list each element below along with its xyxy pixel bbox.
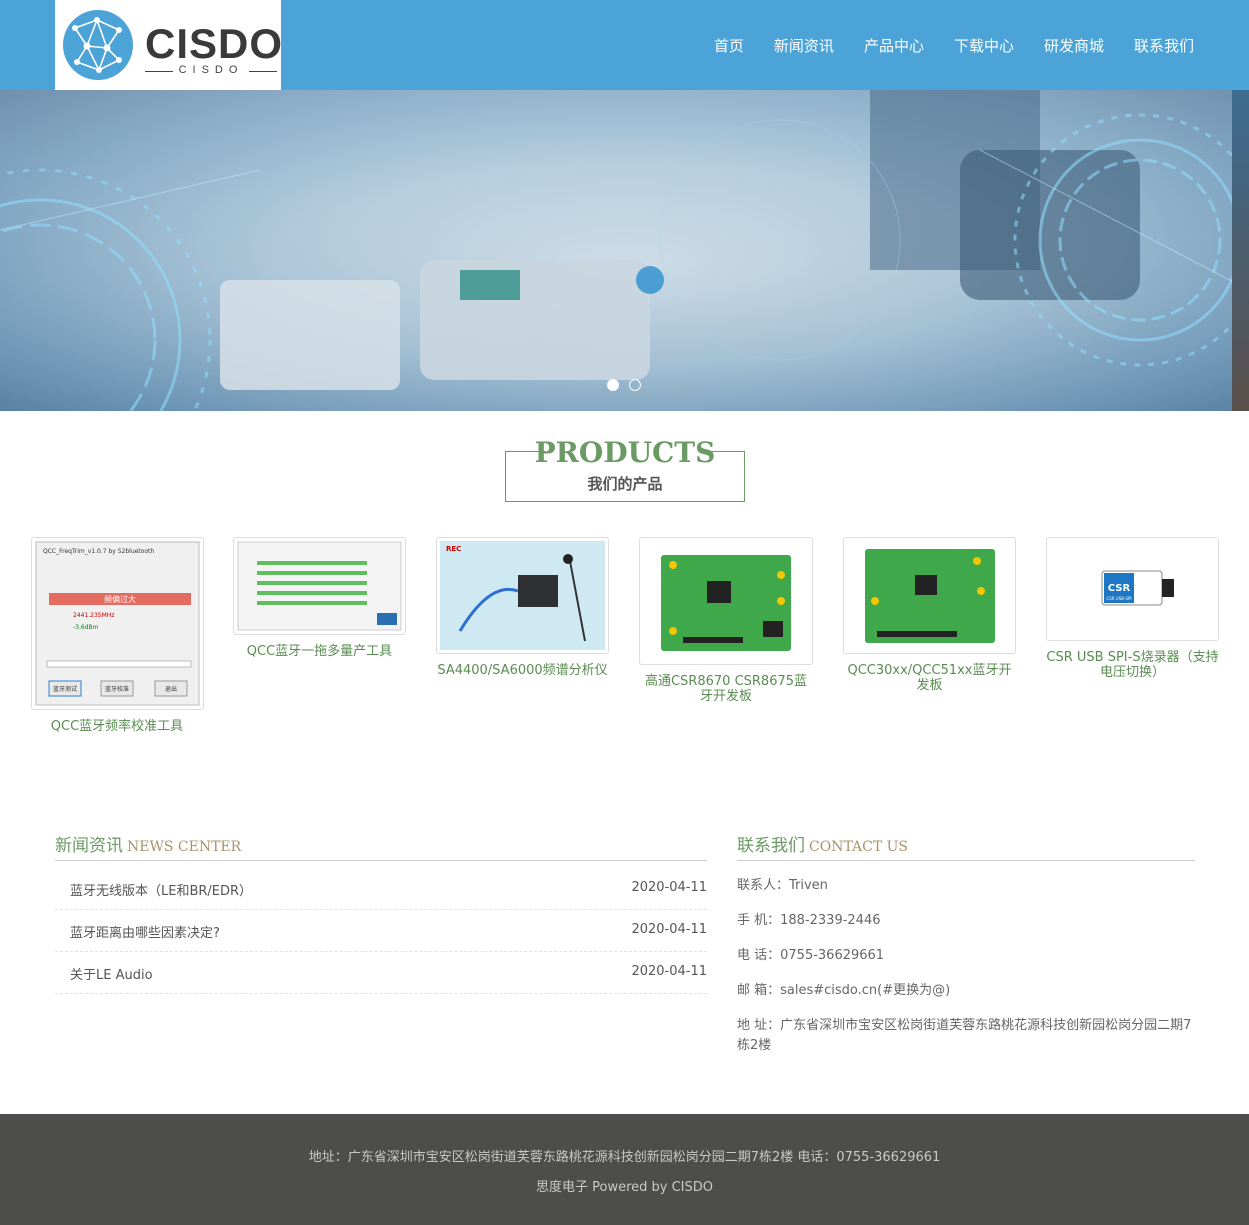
- contact-email: 邮 箱：sales#cisdo.cn(#更换为@): [737, 983, 951, 998]
- contact-person: 联系人：Triven: [737, 878, 828, 893]
- site-logo[interactable]: CISDO CISDO: [55, 0, 284, 90]
- alert-text: 频偏过大: [104, 594, 136, 604]
- footer-powered-by: 思度电子 Powered by CISDO: [535, 1180, 714, 1195]
- banner-image: [0, 90, 1249, 411]
- button-label: 蓝牙校准: [104, 685, 128, 693]
- button-label: 退出: [164, 685, 176, 693]
- product-card[interactable]: 高通CSR8670 CSR8675蓝牙开发板: [639, 537, 813, 704]
- product-image: QCC_FreqTrim_v1.0.7 by 52bluetooth 频偏过大 …: [35, 541, 199, 706]
- product-card[interactable]: QCC_FreqTrim_v1.0.7 by 52bluetooth 频偏过大 …: [30, 537, 204, 734]
- slider-dots: [607, 379, 641, 391]
- logo-wordmark: CISDO: [145, 20, 284, 67]
- products-title-en: PRODUCTS: [534, 436, 716, 469]
- news-title-cn: 新闻资讯: [55, 836, 123, 856]
- product-image: REC: [440, 541, 605, 650]
- news-item-date: 2020-04-11: [631, 964, 707, 979]
- product-image: [847, 541, 1012, 650]
- news-item-date: 2020-04-11: [631, 880, 707, 895]
- product-name[interactable]: QCC30xx/QCC51xx蓝牙开发板: [843, 663, 1016, 693]
- footer-address: 地址：广东省深圳市宝安区松岗街道芙蓉东路桃花源科技创新园松岗分园二期7栋2楼 电…: [308, 1150, 941, 1165]
- product-image: CSR CSR USB-SPI: [1050, 541, 1215, 637]
- news-item-date: 2020-04-11: [631, 922, 707, 937]
- slider-dot[interactable]: [607, 379, 619, 391]
- power-value: -3.6dBm: [73, 624, 99, 631]
- product-card[interactable]: QCC蓝牙一拖多量产工具: [233, 537, 406, 659]
- site-footer: 地址：广东省深圳市宝安区松岗街道芙蓉东路桃花源科技创新园松岗分园二期7栋2楼 电…: [0, 1114, 1249, 1225]
- nav-products[interactable]: 产品中心: [864, 35, 924, 56]
- products-heading: PRODUCTS 我们的产品: [505, 436, 745, 502]
- freq-value: 2441.235MHz: [73, 612, 114, 619]
- news-item-title[interactable]: 蓝牙无线版本（LE和BR/EDR）: [70, 880, 252, 899]
- slider-dot[interactable]: [629, 379, 641, 391]
- rec-badge: REC: [446, 545, 461, 553]
- logo-subtitle: CISDO: [145, 64, 277, 76]
- contact-phone: 电 话：0755-36629661: [737, 948, 885, 963]
- network-globe-icon: [63, 10, 133, 80]
- product-image: [643, 541, 809, 661]
- news-title-en: NEWS CENTER: [127, 839, 242, 855]
- contact-mobile: 手 机：188-2339-2446: [737, 913, 881, 928]
- news-item[interactable]: 蓝牙无线版本（LE和BR/EDR） 2020-04-11: [55, 868, 707, 910]
- contact-title-cn: 联系我们: [737, 836, 805, 856]
- main-nav: 首页 新闻资讯 产品中心 下载中心 研发商城 联系我们: [684, 0, 1194, 90]
- product-card[interactable]: QCC30xx/QCC51xx蓝牙开发板: [843, 537, 1016, 693]
- device-label: CSR: [1108, 583, 1131, 594]
- product-name[interactable]: QCC蓝牙频率校准工具: [30, 719, 204, 734]
- product-name[interactable]: 高通CSR8670 CSR8675蓝牙开发板: [639, 674, 813, 704]
- button-label: 蓝牙测试: [52, 685, 76, 693]
- product-name[interactable]: QCC蓝牙一拖多量产工具: [233, 644, 406, 659]
- news-item-title[interactable]: 蓝牙距离由哪些因素决定?: [70, 922, 220, 941]
- nav-store[interactable]: 研发商城: [1044, 35, 1104, 56]
- news-item[interactable]: 关于LE Audio 2020-04-11: [55, 952, 707, 994]
- banner-edge: [1232, 90, 1249, 411]
- product-image: [237, 541, 402, 631]
- nav-home[interactable]: 首页: [714, 35, 744, 56]
- product-card[interactable]: REC SA4400/SA6000频谱分析仪: [436, 537, 609, 678]
- news-item[interactable]: 蓝牙距离由哪些因素决定? 2020-04-11: [55, 910, 707, 952]
- nav-download[interactable]: 下载中心: [954, 35, 1014, 56]
- product-card[interactable]: CSR CSR USB-SPI CSR USB SPI-S烧录器（支持电压切换）: [1046, 537, 1219, 680]
- contact-heading: 联系我们 CONTACT US: [737, 831, 1195, 861]
- contact-title-en: CONTACT US: [809, 839, 909, 855]
- news-item-title[interactable]: 关于LE Audio: [70, 964, 153, 983]
- product-name[interactable]: SA4400/SA6000频谱分析仪: [436, 663, 609, 678]
- nav-contact[interactable]: 联系我们: [1134, 35, 1194, 56]
- hero-banner[interactable]: [0, 90, 1249, 411]
- news-heading: 新闻资讯 NEWS CENTER: [55, 831, 707, 861]
- products-title-cn: 我们的产品: [587, 475, 663, 493]
- contact-address: 地 址：广东省深圳市宝安区松岗街道芙蓉东路桃花源科技创新园松岗分园二期7栋2楼: [737, 1018, 1192, 1053]
- device-sublabel: CSR USB-SPI: [1106, 596, 1131, 601]
- product-name[interactable]: CSR USB SPI-S烧录器（支持电压切换）: [1046, 650, 1219, 680]
- nav-news[interactable]: 新闻资讯: [774, 35, 834, 56]
- window-title: QCC_FreqTrim_v1.0.7 by 52bluetooth: [43, 548, 154, 555]
- site-header: CISDO CISDO 首页 新闻资讯 产品中心 下载中心 研发商城 联系我们: [0, 0, 1249, 90]
